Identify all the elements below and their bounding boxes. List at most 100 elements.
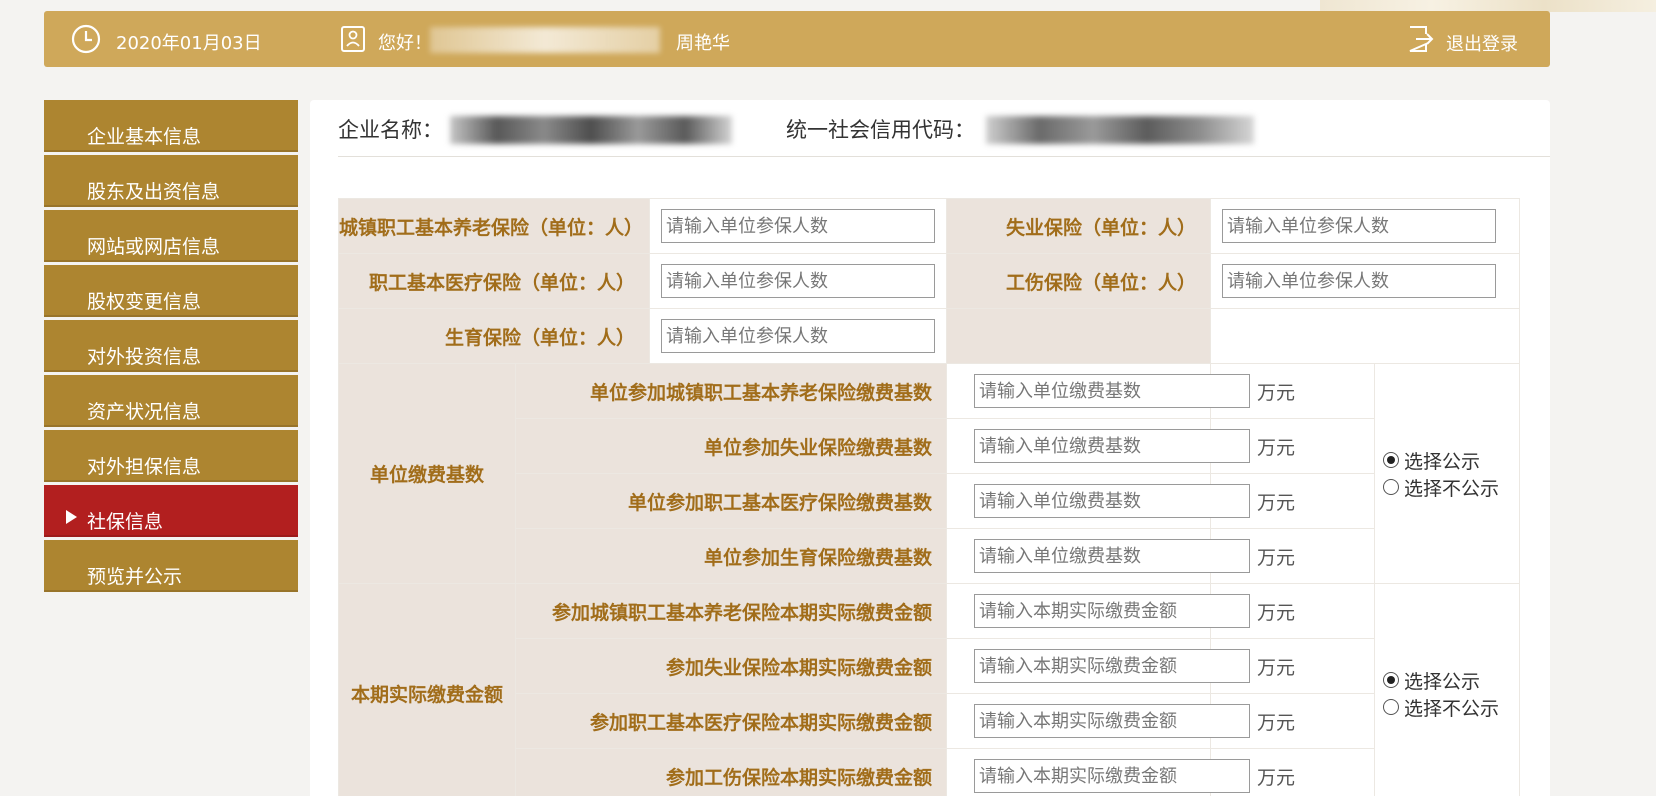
sidebar-item-websites[interactable]: 网站或网店信息: [44, 210, 298, 262]
actual-unemployment-input[interactable]: [974, 649, 1251, 683]
credit-code-label: 统一社会信用代码：: [786, 118, 975, 142]
table-row: 本期实际缴费金额 参加城镇职工基本养老保险本期实际缴费金额 万元 选择公示 选择…: [338, 583, 1521, 796]
current-date: 2020年01月03日: [116, 33, 262, 54]
injury-headcount-label: 工伤保险（单位：人）: [946, 253, 1212, 309]
actual-publicity-show-option[interactable]: 选择公示: [1383, 667, 1519, 694]
actual-publicity-cell: 选择公示 选择不公示: [1374, 583, 1521, 796]
actual-pension-input[interactable]: [974, 594, 1251, 628]
table-row: 单位缴费基数 单位参加城镇职工基本养老保险缴费基数 万元 选择公示 选择不公示: [338, 363, 1521, 584]
pension-headcount-cell: [649, 198, 948, 254]
radio-unchecked-icon[interactable]: [1383, 699, 1400, 715]
sidebar-item-label: 社保信息: [87, 511, 164, 533]
table-row: 参加工伤保险本期实际缴费金额 万元: [339, 748, 1520, 796]
medical-headcount-input[interactable]: [661, 264, 936, 298]
base-medical-cell: 万元: [946, 473, 1295, 529]
sidebar-item-label: 资产状况信息: [87, 401, 202, 423]
maternity-headcount-input[interactable]: [661, 319, 936, 353]
table-row: 职工基本医疗保险（单位：人） 工伤保险（单位：人）: [337, 253, 1521, 309]
unit-label: 万元: [1257, 601, 1296, 624]
sidebar-item-label: 对外投资信息: [87, 346, 202, 368]
unemployment-headcount-input[interactable]: [1222, 209, 1497, 243]
unemployment-headcount-cell: [1210, 198, 1521, 254]
actual-unemployment-cell: 万元: [946, 638, 1295, 694]
base-medical-label: 单位参加职工基本医疗保险缴费基数: [514, 473, 948, 529]
base-publicity-show-option[interactable]: 选择公示: [1383, 447, 1519, 474]
redacted-credit-code: [986, 116, 1254, 144]
top-header: 2020年01月03日 您好！ 周艳华 退出登录: [44, 11, 1550, 67]
sidebar-item-label: 对外担保信息: [87, 456, 202, 478]
empty-value-cell: [1210, 308, 1521, 364]
sidebar-item-social-security[interactable]: 社保信息: [44, 485, 298, 537]
sidebar-item-preview[interactable]: 预览并公示: [44, 540, 298, 592]
base-group-label: 单位缴费基数: [338, 363, 516, 584]
user-name: 周艳华: [676, 33, 730, 54]
actual-medical-label: 参加职工基本医疗保险本期实际缴费金额: [514, 693, 948, 749]
actual-injury-input[interactable]: [974, 759, 1251, 793]
base-unemployment-label: 单位参加失业保险缴费基数: [514, 418, 948, 474]
empty-label-cell: [946, 308, 1212, 364]
sidebar-item-assets[interactable]: 资产状况信息: [44, 375, 298, 427]
table-row: 单位参加生育保险缴费基数 万元: [339, 528, 1520, 584]
unemployment-headcount-label: 失业保险（单位：人）: [946, 198, 1212, 254]
base-publicity-cell: 选择公示 选择不公示: [1374, 363, 1521, 584]
sidebar-item-investments[interactable]: 对外投资信息: [44, 320, 298, 372]
pension-headcount-input[interactable]: [661, 209, 936, 243]
company-info-bar: 企业名称： 统一社会信用代码：: [338, 100, 1550, 157]
radio-label: 选择不公示: [1404, 477, 1500, 500]
base-pension-input[interactable]: [974, 374, 1251, 408]
actual-unemployment-label: 参加失业保险本期实际缴费金额: [514, 638, 948, 694]
logout-button[interactable]: 退出登录: [1446, 30, 1518, 56]
table-row: 单位参加失业保险缴费基数 万元: [339, 418, 1520, 474]
radio-unchecked-icon[interactable]: [1383, 479, 1400, 495]
medical-headcount-label: 职工基本医疗保险（单位：人）: [337, 253, 651, 309]
clock-icon: [71, 24, 101, 54]
active-arrow-icon: [66, 510, 77, 524]
base-publicity-hide-option[interactable]: 选择不公示: [1383, 474, 1519, 501]
radio-label: 选择公示: [1404, 450, 1481, 473]
base-maternity-cell: 万元: [946, 528, 1295, 584]
sidebar-item-basic-info[interactable]: 企业基本信息: [44, 100, 298, 152]
injury-headcount-input[interactable]: [1222, 264, 1497, 298]
sidebar-item-guarantees[interactable]: 对外担保信息: [44, 430, 298, 482]
redacted-company: [430, 27, 660, 53]
sidebar-item-label: 企业基本信息: [87, 126, 202, 148]
logout-icon[interactable]: [1406, 24, 1434, 54]
sidebar-item-equity-change[interactable]: 股权变更信息: [44, 265, 298, 317]
sidebar-item-label: 预览并公示: [87, 566, 183, 588]
sidebar: 企业基本信息 股东及出资信息 网站或网店信息 股权变更信息 对外投资信息 资产状…: [44, 100, 298, 595]
base-maternity-input[interactable]: [974, 539, 1251, 573]
actual-pension-cell: 万元: [946, 583, 1295, 639]
base-maternity-label: 单位参加生育保险缴费基数: [514, 528, 948, 584]
maternity-headcount-label: 生育保险（单位：人）: [337, 308, 651, 364]
actual-injury-label: 参加工伤保险本期实际缴费金额: [514, 748, 948, 796]
base-unemployment-input[interactable]: [974, 429, 1251, 463]
radio-checked-icon[interactable]: [1383, 672, 1400, 688]
user-card-icon: [341, 26, 365, 52]
actual-pension-label: 参加城镇职工基本养老保险本期实际缴费金额: [514, 583, 948, 639]
sidebar-item-label: 网站或网店信息: [87, 236, 221, 258]
radio-label: 选择不公示: [1404, 697, 1500, 720]
actual-medical-cell: 万元: [946, 693, 1295, 749]
greeting-text: 您好！: [378, 33, 432, 54]
main-panel: 企业名称： 统一社会信用代码： 城镇职工基本养老保险（单位：人） 失业保险（单位…: [310, 100, 1550, 796]
base-pension-cell: 万元: [946, 363, 1295, 419]
table-row: 生育保险（单位：人）: [337, 308, 1521, 364]
actual-publicity-hide-option[interactable]: 选择不公示: [1383, 694, 1519, 721]
base-unemployment-cell: 万元: [946, 418, 1295, 474]
unit-label: 万元: [1257, 711, 1296, 734]
injury-headcount-cell: [1210, 253, 1521, 309]
sidebar-item-label: 股东及出资信息: [87, 181, 221, 203]
actual-medical-input[interactable]: [974, 704, 1251, 738]
table-row: 参加失业保险本期实际缴费金额 万元: [339, 638, 1520, 694]
actual-injury-cell: 万元: [946, 748, 1295, 796]
sidebar-item-shareholders[interactable]: 股东及出资信息: [44, 155, 298, 207]
pension-headcount-label: 城镇职工基本养老保险（单位：人）: [337, 198, 651, 254]
radio-checked-icon[interactable]: [1383, 452, 1400, 468]
sidebar-item-label: 股权变更信息: [87, 291, 202, 313]
unit-label: 万元: [1257, 766, 1296, 789]
actual-group-label: 本期实际缴费金额: [338, 583, 516, 796]
redacted-company-name: [450, 116, 732, 144]
table-row: 城镇职工基本养老保险（单位：人） 失业保险（单位：人）: [337, 198, 1521, 254]
base-medical-input[interactable]: [974, 484, 1251, 518]
radio-label: 选择公示: [1404, 670, 1481, 693]
